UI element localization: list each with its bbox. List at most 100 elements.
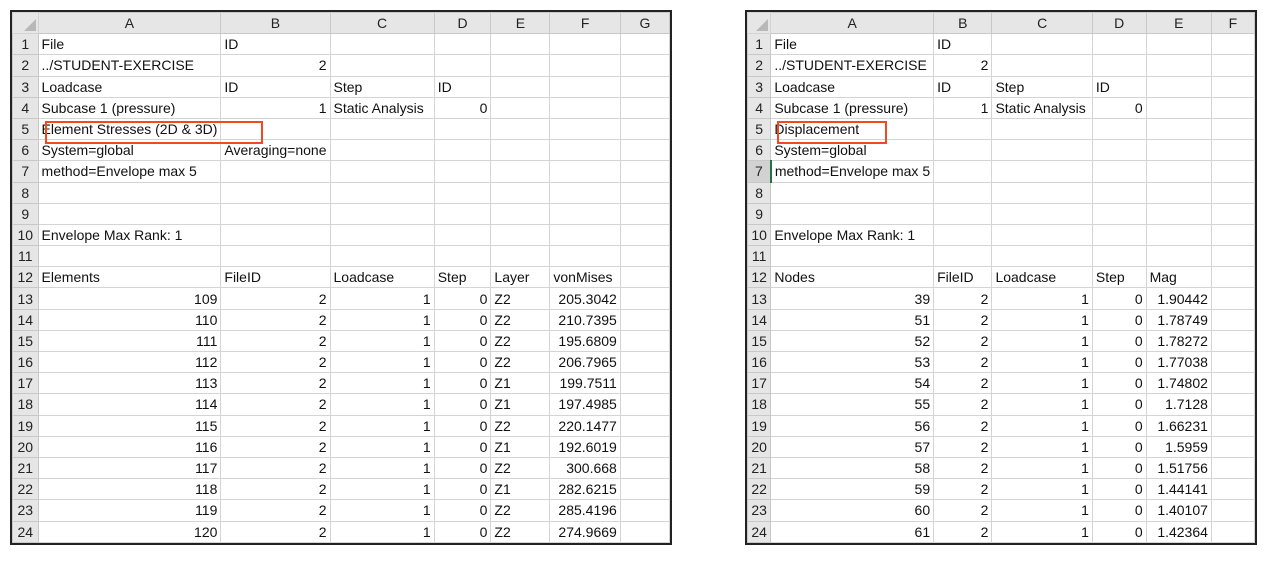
cell-C9[interactable] — [991, 202, 1093, 225]
cell-F24[interactable] — [1210, 520, 1256, 543]
cell-B2[interactable]: 2 — [220, 54, 331, 77]
row-header-8[interactable]: 8 — [12, 181, 39, 204]
cell-F7[interactable] — [549, 160, 621, 183]
cell-D3[interactable]: ID — [433, 75, 492, 98]
cell-C9[interactable] — [329, 202, 435, 225]
cell-D16[interactable]: 0 — [433, 350, 492, 374]
row-header-22[interactable]: 22 — [12, 478, 39, 501]
cell-C14[interactable]: 1 — [991, 308, 1093, 331]
cell-F18[interactable]: 197.4985 — [549, 393, 621, 416]
cell-C18[interactable]: 1 — [329, 393, 435, 416]
cell-E9[interactable] — [1145, 202, 1212, 225]
cell-D5[interactable] — [433, 117, 492, 141]
cell-C16[interactable]: 1 — [991, 350, 1093, 374]
cell-B18[interactable]: 2 — [220, 393, 331, 416]
row-header-19[interactable]: 19 — [12, 414, 39, 437]
cell-B7[interactable] — [220, 160, 331, 183]
cell-D7[interactable] — [433, 160, 492, 183]
row-header-16[interactable]: 16 — [12, 350, 39, 374]
cell-A4[interactable]: Subcase 1 (pressure) — [37, 96, 222, 119]
cell-D13[interactable]: 0 — [433, 287, 492, 310]
cell-D16[interactable]: 0 — [1091, 350, 1147, 374]
cell-A15[interactable]: 111 — [37, 329, 222, 353]
cell-F1[interactable] — [549, 33, 621, 56]
cell-A2[interactable]: ../STUDENT-EXERCISE — [770, 54, 935, 77]
row-header-13[interactable]: 13 — [746, 287, 772, 310]
cell-C21[interactable]: 1 — [329, 456, 435, 480]
cell-A15[interactable]: 52 — [770, 329, 935, 353]
cell-G14[interactable] — [619, 308, 671, 331]
cell-G6[interactable] — [619, 139, 671, 162]
cell-F5[interactable] — [1210, 117, 1256, 141]
column-header-C[interactable]: C — [991, 11, 1093, 35]
cell-F20[interactable] — [1210, 435, 1256, 458]
cell-F14[interactable]: 210.7395 — [549, 308, 621, 331]
row-header-2[interactable]: 2 — [746, 54, 772, 77]
cell-F21[interactable]: 300.668 — [549, 456, 621, 480]
cell-C1[interactable] — [991, 33, 1093, 56]
cell-G22[interactable] — [619, 478, 671, 501]
cell-C20[interactable]: 1 — [329, 435, 435, 458]
cell-A5[interactable]: Element Stresses (2D & 3D) — [37, 117, 222, 141]
cell-D24[interactable]: 0 — [1091, 520, 1147, 543]
cell-D24[interactable]: 0 — [433, 520, 492, 543]
cell-B13[interactable]: 2 — [933, 287, 993, 310]
cell-E19[interactable]: 1.66231 — [1145, 414, 1212, 437]
cell-A18[interactable]: 114 — [37, 393, 222, 416]
cell-C18[interactable]: 1 — [991, 393, 1093, 416]
cell-C19[interactable]: 1 — [991, 414, 1093, 437]
row-header-17[interactable]: 17 — [12, 372, 39, 395]
cell-E7[interactable] — [1145, 160, 1212, 183]
cell-F19[interactable]: 220.1477 — [549, 414, 621, 437]
cell-G4[interactable] — [619, 96, 671, 119]
cell-F6[interactable] — [549, 139, 621, 162]
cell-F13[interactable] — [1210, 287, 1256, 310]
cell-C5[interactable] — [329, 117, 435, 141]
cell-E21[interactable]: 1.51756 — [1145, 456, 1212, 480]
cell-F2[interactable] — [549, 54, 621, 77]
cell-F9[interactable] — [549, 202, 621, 225]
cell-G16[interactable] — [619, 350, 671, 374]
cell-C10[interactable] — [329, 223, 435, 247]
cell-B4[interactable]: 1 — [933, 96, 993, 119]
cell-C3[interactable]: Step — [329, 75, 435, 98]
cell-A5[interactable]: Displacement — [770, 117, 935, 141]
cell-E21[interactable]: Z2 — [490, 456, 551, 480]
cell-F23[interactable]: 285.4196 — [549, 499, 621, 522]
cell-A24[interactable]: 61 — [770, 520, 935, 543]
cell-F3[interactable] — [549, 75, 621, 98]
cell-C12[interactable]: Loadcase — [991, 266, 1093, 289]
cell-B20[interactable]: 2 — [220, 435, 331, 458]
cell-F17[interactable] — [1210, 372, 1256, 395]
cell-E15[interactable]: 1.78272 — [1145, 329, 1212, 353]
column-header-F[interactable]: F — [1210, 11, 1256, 35]
row-header-7[interactable]: 7 — [746, 160, 772, 183]
cell-B6[interactable] — [933, 139, 993, 162]
column-header-D[interactable]: D — [433, 11, 492, 35]
cell-G10[interactable] — [619, 223, 671, 247]
cell-B5[interactable] — [220, 117, 331, 141]
cell-B1[interactable]: ID — [220, 33, 331, 56]
column-header-E[interactable]: E — [1145, 11, 1212, 35]
cell-D23[interactable]: 0 — [433, 499, 492, 522]
cell-C10[interactable] — [991, 223, 1093, 247]
cell-B10[interactable] — [220, 223, 331, 247]
cell-E23[interactable]: 1.40107 — [1145, 499, 1212, 522]
column-header-D[interactable]: D — [1091, 11, 1147, 35]
cell-E20[interactable]: Z1 — [490, 435, 551, 458]
row-header-9[interactable]: 9 — [746, 202, 772, 225]
cell-A1[interactable]: File — [770, 33, 935, 56]
cell-A19[interactable]: 56 — [770, 414, 935, 437]
cell-D17[interactable]: 0 — [1091, 372, 1147, 395]
cell-B21[interactable]: 2 — [933, 456, 993, 480]
cell-B23[interactable]: 2 — [220, 499, 331, 522]
cell-B11[interactable] — [220, 245, 331, 268]
cell-C21[interactable]: 1 — [991, 456, 1093, 480]
cell-B12[interactable]: FileID — [933, 266, 993, 289]
cell-F2[interactable] — [1210, 54, 1256, 77]
cell-E1[interactable] — [490, 33, 551, 56]
select-all-button[interactable] — [12, 11, 39, 35]
cell-F22[interactable] — [1210, 478, 1256, 501]
cell-A12[interactable]: Nodes — [770, 266, 935, 289]
cell-D14[interactable]: 0 — [1091, 308, 1147, 331]
